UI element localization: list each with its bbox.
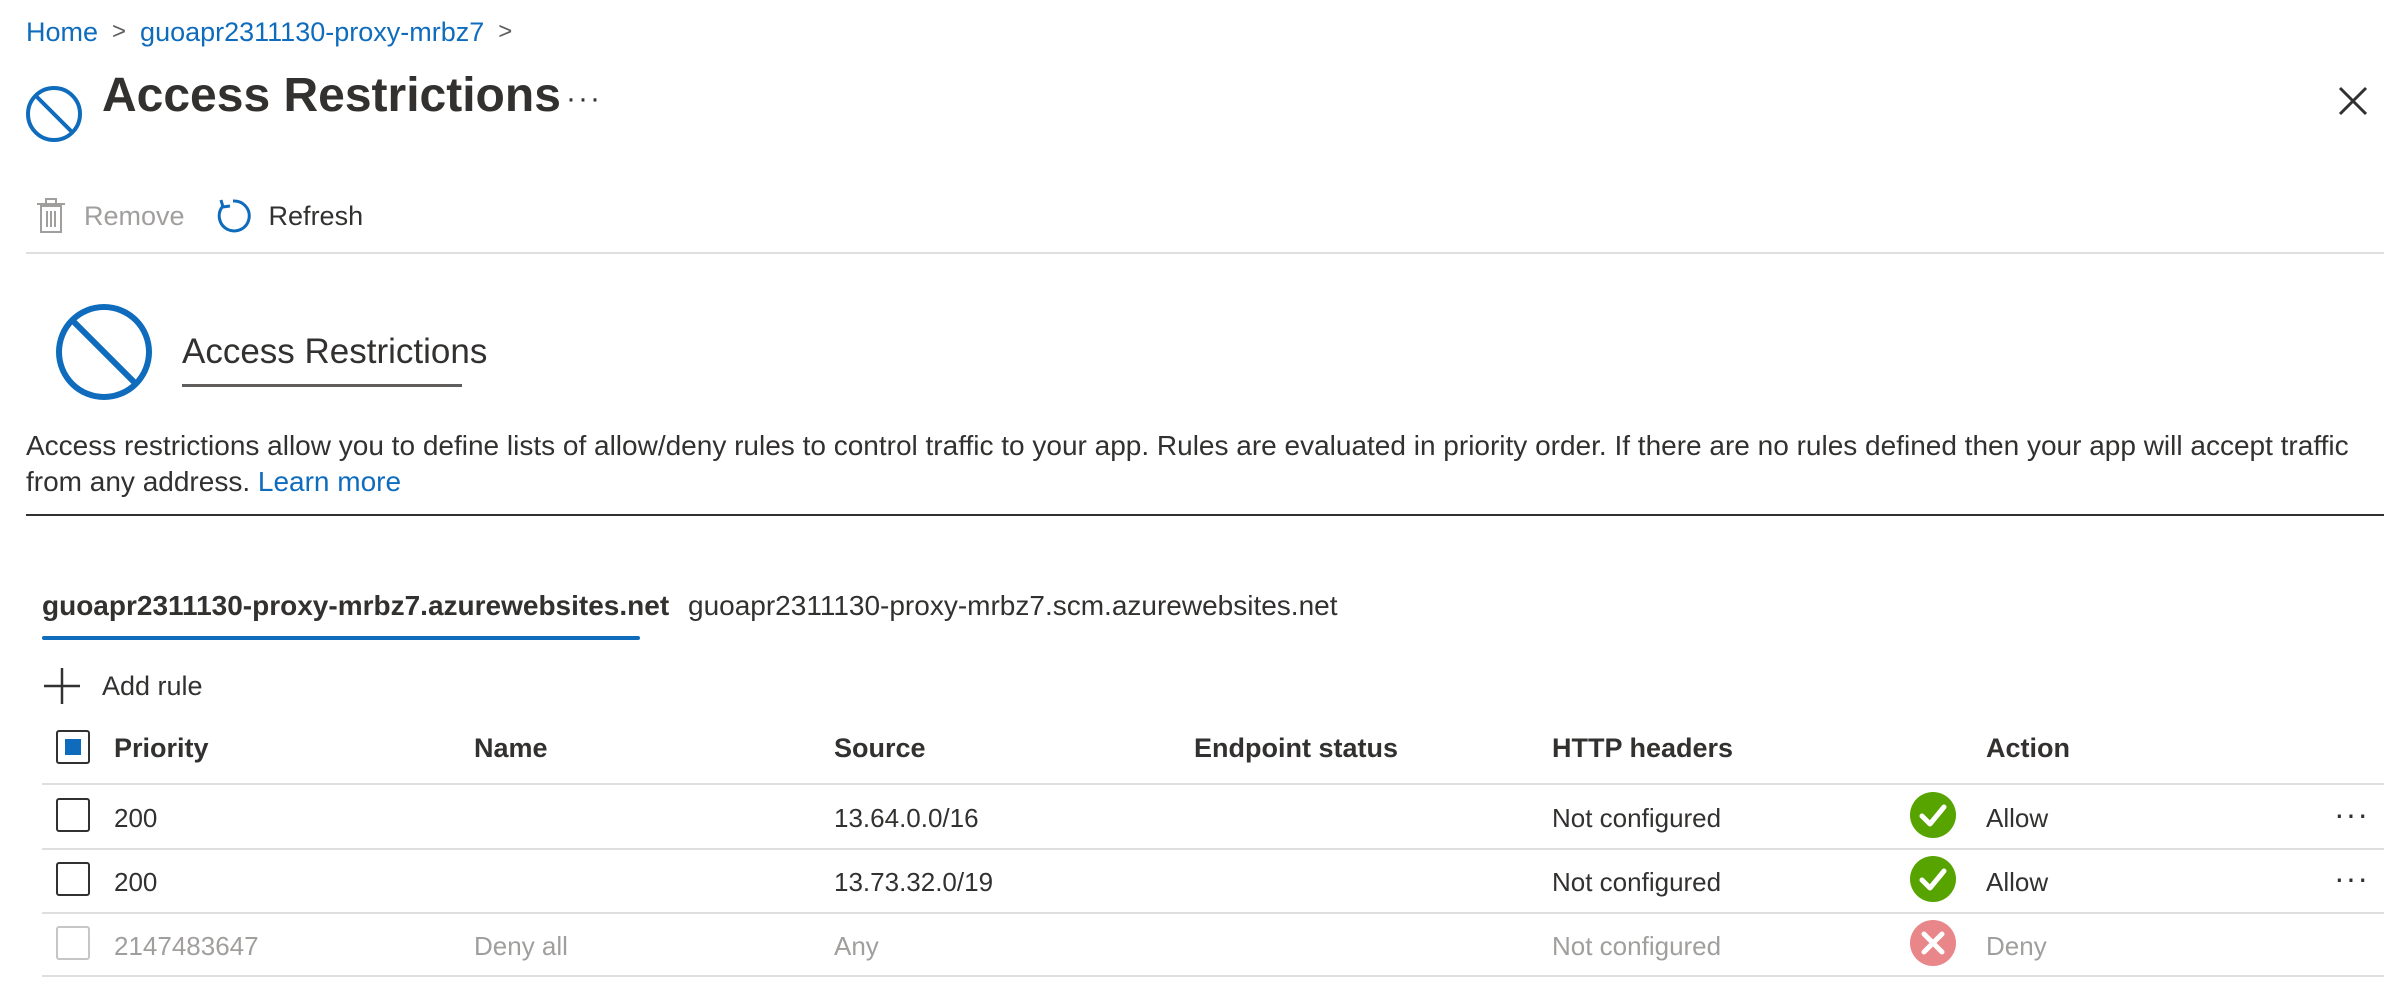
row-http-headers: Not configured <box>1552 803 1722 833</box>
check-circle-icon <box>1910 856 1956 902</box>
breadcrumb: Home > guoapr2311130-proxy-mrbz7 > <box>26 14 526 50</box>
breadcrumb-separator: > <box>498 18 513 45</box>
row-checkbox <box>56 926 90 960</box>
column-header-action[interactable]: Action <box>1986 733 2070 764</box>
row-priority: 200 <box>114 867 158 897</box>
column-header-http-headers[interactable]: HTTP headers <box>1552 733 1733 764</box>
learn-more-link[interactable]: Learn more <box>258 466 401 497</box>
row-http-headers: Not configured <box>1552 931 1722 961</box>
remove-button[interactable]: Remove <box>36 198 185 234</box>
section-title-underline <box>182 384 462 387</box>
selected-tab-indicator <box>42 636 640 640</box>
add-rule-label: Add rule <box>102 670 203 701</box>
column-header-endpoint-status[interactable]: Endpoint status <box>1194 733 1398 764</box>
row-priority: 200 <box>114 803 158 833</box>
description: Access restrictions allow you to define … <box>26 428 2386 500</box>
row-more-options-button[interactable]: ··· <box>2334 860 2369 897</box>
table-header-divider <box>42 783 2384 785</box>
tab-scm-azurewebsites[interactable]: guoapr2311130-proxy-mrbz7.scm.azurewebsi… <box>688 590 1338 622</box>
refresh-icon <box>217 199 251 233</box>
refresh-label: Refresh <box>268 200 364 231</box>
column-header-priority[interactable]: Priority <box>114 733 209 764</box>
table-row-divider <box>42 912 2384 914</box>
column-header-source[interactable]: Source <box>834 733 926 764</box>
section-title: Access Restrictions <box>182 332 488 371</box>
row-http-headers: Not configured <box>1552 867 1722 897</box>
breadcrumb-resource-link[interactable]: guoapr2311130-proxy-mrbz7 <box>140 17 484 48</box>
toolbar: Remove Refresh <box>36 190 393 242</box>
row-more-options-button[interactable]: ··· <box>2334 796 2369 833</box>
column-header-name[interactable]: Name <box>474 733 548 764</box>
x-circle-icon <box>1910 920 1956 966</box>
breadcrumb-home-link[interactable]: Home <box>26 17 98 48</box>
row-checkbox[interactable] <box>56 798 90 832</box>
check-circle-icon <box>1910 792 1956 838</box>
table-row-divider <box>42 975 2384 977</box>
table-row-divider <box>42 848 2384 850</box>
row-source: 13.64.0.0/16 <box>834 803 979 833</box>
select-all-indicator <box>65 739 81 755</box>
tab-azurewebsites[interactable]: guoapr2311130-proxy-mrbz7.azurewebsites.… <box>42 590 669 622</box>
access-restriction-icon <box>26 86 82 142</box>
add-rule-button[interactable]: Add rule <box>42 665 203 707</box>
close-icon[interactable] <box>2332 80 2374 122</box>
trash-icon <box>37 198 65 233</box>
toolbar-divider <box>26 252 2384 254</box>
remove-label: Remove <box>84 200 185 231</box>
row-action: Deny <box>1986 931 2047 961</box>
page-title: Access Restrictions <box>102 69 561 122</box>
row-source: Any <box>834 931 879 961</box>
row-checkbox[interactable] <box>56 862 90 896</box>
description-divider <box>26 514 2384 516</box>
breadcrumb-separator: > <box>112 18 127 45</box>
select-all-checkbox[interactable] <box>56 730 90 764</box>
more-options-button[interactable]: ··· <box>566 82 602 116</box>
row-source: 13.73.32.0/19 <box>834 867 994 897</box>
plus-icon <box>44 668 80 704</box>
refresh-button[interactable]: Refresh <box>215 198 364 234</box>
row-action: Allow <box>1986 867 2049 897</box>
row-action: Allow <box>1986 803 2049 833</box>
access-restriction-icon <box>56 304 152 400</box>
row-name: Deny all <box>474 931 568 961</box>
row-priority: 2147483647 <box>114 931 259 961</box>
